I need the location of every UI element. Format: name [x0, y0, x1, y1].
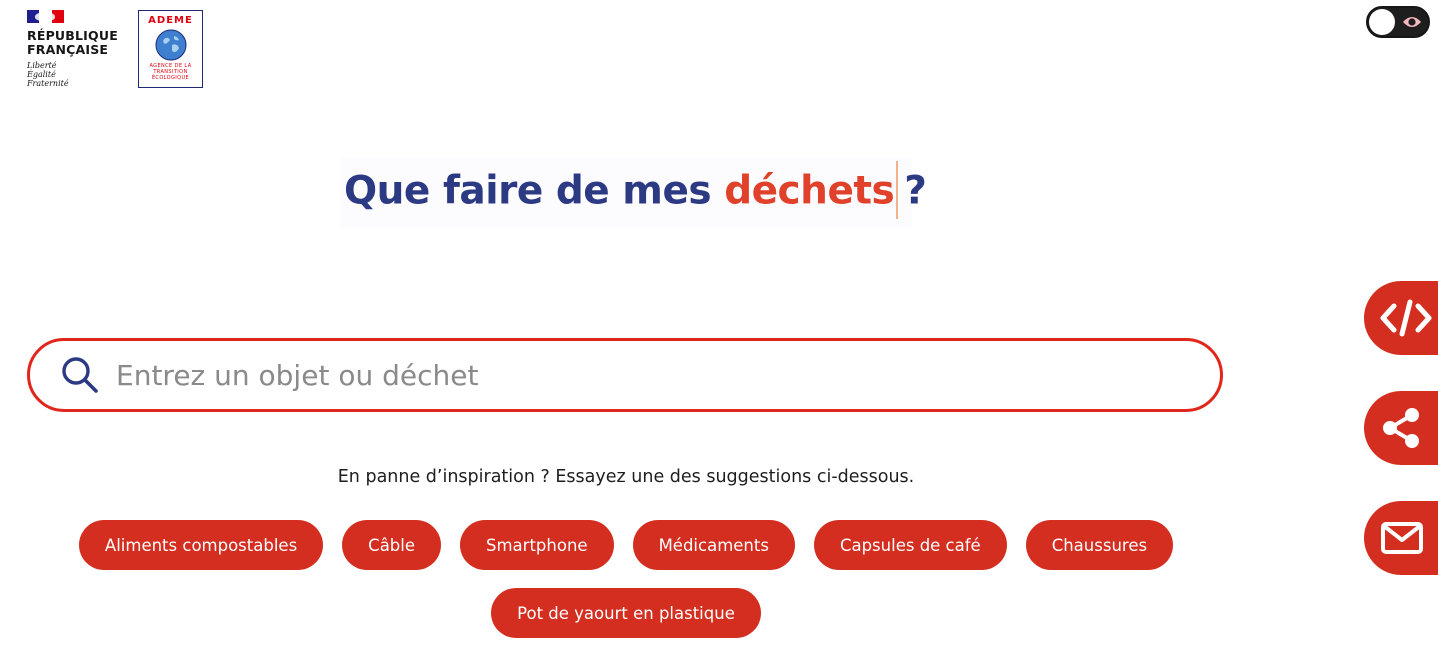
suggestion-chip-capsules-de-cafe[interactable]: Capsules de café	[813, 520, 1007, 570]
suggestion-chip-smartphone[interactable]: Smartphone	[460, 520, 614, 570]
code-icon	[1380, 299, 1432, 337]
ademe-name: ADEME	[148, 15, 193, 26]
suggestion-chip-medicaments[interactable]: Médicaments	[632, 520, 795, 570]
suggestions-hint: En panne d’inspiration ? Essayez une des…	[337, 467, 915, 487]
suggestion-chip-pot-de-yaourt[interactable]: Pot de yaourt en plastique	[491, 588, 761, 638]
suggestion-chip-aliments-compostables[interactable]: Aliments compostables	[78, 520, 324, 570]
republique-francaise-logo[interactable]: RÉPUBLIQUE FRANÇAISE Liberté Égalité Fra…	[27, 10, 127, 88]
page-title: Que faire de mes déchets?	[340, 161, 927, 222]
share-icon	[1383, 408, 1419, 448]
suggestion-chip-cable[interactable]: Câble	[342, 520, 442, 570]
accessibility-toggle[interactable]	[1366, 6, 1430, 38]
search-bar[interactable]	[27, 338, 1223, 412]
mail-icon	[1381, 522, 1423, 554]
contact-mail-button[interactable]	[1364, 501, 1438, 575]
eye-icon	[1403, 17, 1421, 27]
gov-motto: Liberté Égalité Fraternité	[27, 61, 69, 88]
ademe-logo[interactable]: ADEME AGENCE DE LA TRANSITION ÉCOLOGIQUE	[138, 10, 203, 88]
typing-cursor	[896, 161, 899, 219]
search-icon[interactable]	[60, 355, 100, 395]
gov-name: RÉPUBLIQUE FRANÇAISE	[27, 28, 118, 57]
search-input[interactable]	[116, 358, 1116, 392]
globe-icon	[155, 29, 186, 61]
suggestion-chips: Aliments compostables Câble Smartphone M…	[40, 520, 1212, 638]
title-suffix: ?	[904, 168, 927, 214]
title-accent: déchets	[724, 168, 895, 214]
share-button[interactable]	[1364, 391, 1438, 465]
suggestion-chip-chaussures[interactable]: Chaussures	[1025, 520, 1174, 570]
embed-code-button[interactable]	[1364, 281, 1438, 355]
toggle-knob	[1369, 9, 1395, 35]
hero-title-band: Que faire de mes déchets?	[340, 158, 927, 228]
marianne-flag-icon	[27, 10, 64, 23]
title-prefix: Que faire de mes	[344, 168, 725, 214]
ademe-subtitle: AGENCE DE LA TRANSITION ÉCOLOGIQUE	[149, 63, 192, 81]
